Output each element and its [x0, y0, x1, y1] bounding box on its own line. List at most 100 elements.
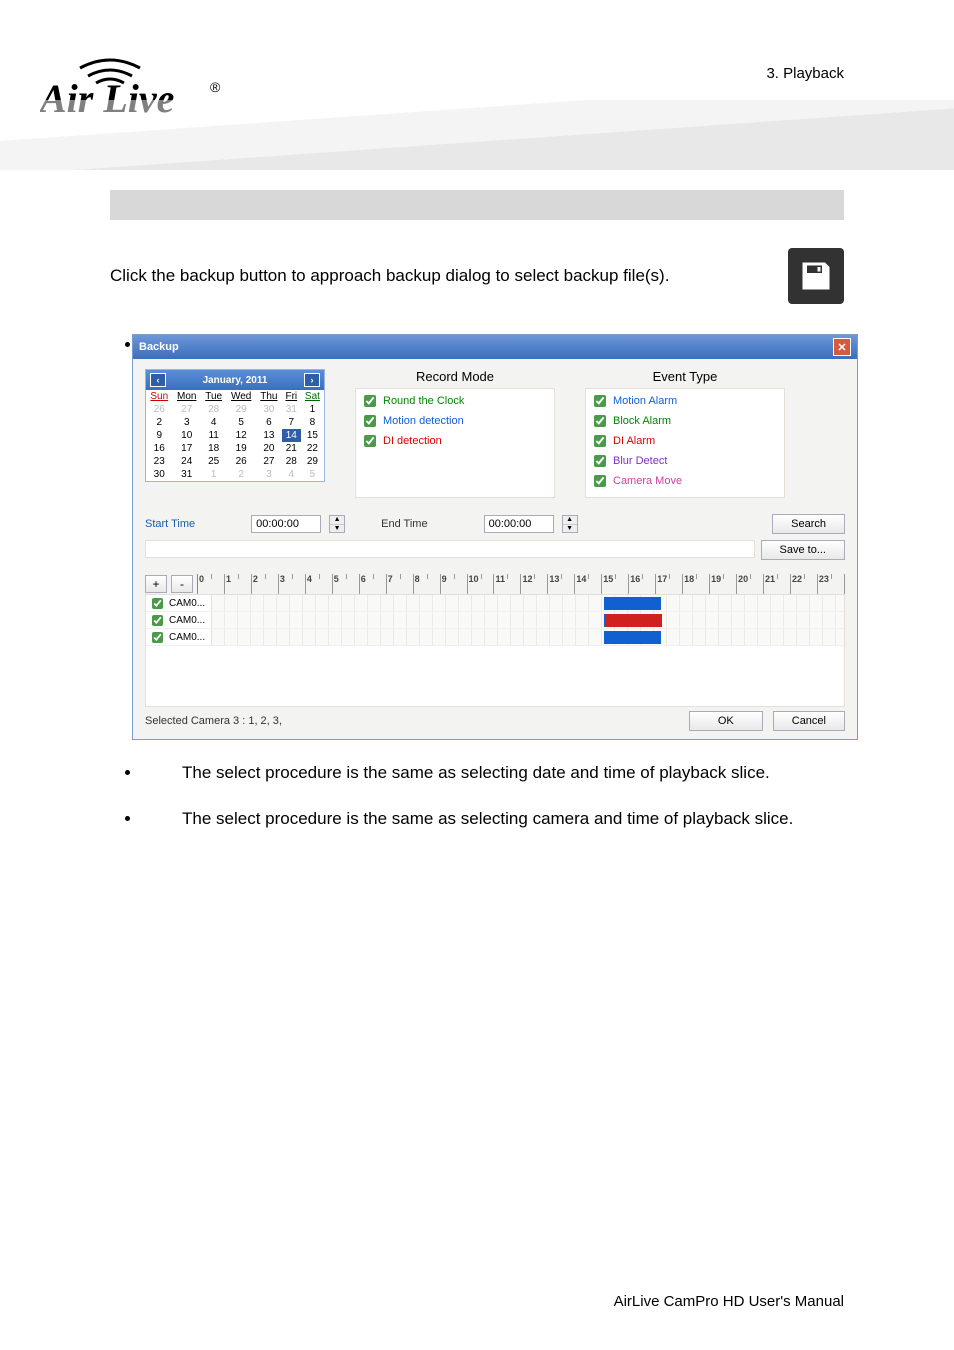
calendar-day[interactable]: 17: [172, 442, 201, 455]
calendar-day[interactable]: 7: [282, 416, 301, 429]
calendar-day[interactable]: 25: [201, 455, 226, 468]
calendar-day[interactable]: 24: [172, 455, 201, 468]
calendar-day[interactable]: 5: [226, 416, 256, 429]
camera-timeline[interactable]: CAM0...CAM0...CAM0...: [145, 594, 845, 707]
start-time-input[interactable]: 00:00:00: [251, 515, 321, 533]
checkbox-item[interactable]: Blur Detect: [590, 451, 780, 471]
backup-dialog: Backup ✕ ‹ January, 2011 › SunMonTueWedT…: [132, 334, 858, 740]
zoom-out-button[interactable]: -: [171, 575, 193, 593]
ruler-hour: 13: [548, 574, 575, 594]
calendar-day[interactable]: 1: [201, 468, 226, 481]
calendar-day[interactable]: 27: [172, 403, 201, 416]
timeline-ruler[interactable]: 01234567891011121314151617181920212223: [197, 574, 845, 594]
checkbox[interactable]: [594, 415, 606, 427]
checkbox-label: Blur Detect: [613, 455, 667, 467]
start-time-spinner[interactable]: ▲▼: [329, 515, 345, 533]
section-label: 3. Playback: [766, 65, 844, 82]
camera-track[interactable]: [212, 595, 844, 611]
calendar-day[interactable]: 26: [146, 403, 172, 416]
calendar-day[interactable]: 28: [282, 455, 301, 468]
checkbox-label: Round the Clock: [383, 395, 464, 407]
calendar[interactable]: ‹ January, 2011 › SunMonTueWedThuFriSat2…: [145, 369, 325, 482]
cal-next-button[interactable]: ›: [304, 373, 320, 387]
footer-text: AirLive CamPro HD User's Manual: [614, 1293, 844, 1310]
ruler-hour: 6: [360, 574, 387, 594]
calendar-day[interactable]: 22: [301, 442, 324, 455]
calendar-day[interactable]: 2: [146, 416, 172, 429]
ruler-hour: 12: [521, 574, 548, 594]
ruler-hour: 18: [683, 574, 710, 594]
calendar-day[interactable]: 6: [256, 416, 282, 429]
calendar-day[interactable]: 10: [172, 429, 201, 442]
calendar-day[interactable]: 19: [226, 442, 256, 455]
save-path-input[interactable]: [145, 540, 755, 558]
checkbox-item[interactable]: DI detection: [360, 431, 550, 451]
cal-prev-button[interactable]: ‹: [150, 373, 166, 387]
header-decoration: [0, 100, 954, 170]
dialog-title: Backup: [139, 341, 179, 353]
checkbox[interactable]: [594, 395, 606, 407]
calendar-day[interactable]: 2: [226, 468, 256, 481]
calendar-day[interactable]: 1: [301, 403, 324, 416]
checkbox-item[interactable]: Motion detection: [360, 411, 550, 431]
checkbox[interactable]: [364, 395, 376, 407]
camera-checkbox[interactable]: [152, 615, 163, 626]
calendar-day[interactable]: 5: [301, 468, 324, 481]
calendar-day[interactable]: 31: [172, 468, 201, 481]
calendar-day[interactable]: 30: [256, 403, 282, 416]
calendar-day[interactable]: 3: [172, 416, 201, 429]
camera-checkbox[interactable]: [152, 598, 163, 609]
checkbox-item[interactable]: Motion Alarm: [590, 391, 780, 411]
ruler-hour: 7: [387, 574, 414, 594]
search-button[interactable]: Search: [772, 514, 845, 534]
camera-checkbox[interactable]: [152, 632, 163, 643]
calendar-day[interactable]: 16: [146, 442, 172, 455]
checkbox-item[interactable]: Round the Clock: [360, 391, 550, 411]
calendar-day[interactable]: 27: [256, 455, 282, 468]
calendar-day[interactable]: 23: [146, 455, 172, 468]
close-icon[interactable]: ✕: [833, 338, 851, 356]
checkbox[interactable]: [594, 455, 606, 467]
camera-row[interactable]: CAM0...: [146, 629, 844, 646]
calendar-day[interactable]: 13: [256, 429, 282, 442]
camera-track[interactable]: [212, 612, 844, 628]
calendar-day[interactable]: 21: [282, 442, 301, 455]
zoom-in-button[interactable]: +: [145, 575, 167, 593]
end-time-input[interactable]: 00:00:00: [484, 515, 554, 533]
camera-row[interactable]: CAM0...: [146, 595, 844, 612]
checkbox-item[interactable]: DI Alarm: [590, 431, 780, 451]
checkbox[interactable]: [594, 435, 606, 447]
checkbox[interactable]: [594, 475, 606, 487]
calendar-day[interactable]: 29: [226, 403, 256, 416]
end-time-spinner[interactable]: ▲▼: [562, 515, 578, 533]
calendar-day[interactable]: 18: [201, 442, 226, 455]
calendar-day[interactable]: 11: [201, 429, 226, 442]
calendar-day[interactable]: 8: [301, 416, 324, 429]
calendar-day[interactable]: 29: [301, 455, 324, 468]
calendar-day[interactable]: 15: [301, 429, 324, 442]
calendar-day[interactable]: 9: [146, 429, 172, 442]
checkbox-item[interactable]: Block Alarm: [590, 411, 780, 431]
calendar-day[interactable]: 26: [226, 455, 256, 468]
camera-row[interactable]: CAM0...: [146, 612, 844, 629]
calendar-day[interactable]: 4: [282, 468, 301, 481]
ruler-hour: 4: [306, 574, 333, 594]
save-to-button[interactable]: Save to...: [761, 540, 845, 560]
ruler-hour: 19: [710, 574, 737, 594]
calendar-day[interactable]: 31: [282, 403, 301, 416]
calendar-day[interactable]: 28: [201, 403, 226, 416]
checkbox[interactable]: [364, 435, 376, 447]
checkbox-item[interactable]: Camera Move: [590, 471, 780, 491]
calendar-day[interactable]: 12: [226, 429, 256, 442]
checkbox[interactable]: [364, 415, 376, 427]
cancel-button[interactable]: Cancel: [773, 711, 845, 731]
calendar-day[interactable]: 20: [256, 442, 282, 455]
header-bar: [110, 190, 844, 220]
camera-track[interactable]: [212, 629, 844, 645]
calendar-day[interactable]: 14: [282, 429, 301, 442]
intro-text: Click the backup button to approach back…: [110, 266, 669, 286]
ok-button[interactable]: OK: [689, 711, 763, 731]
calendar-day[interactable]: 30: [146, 468, 172, 481]
calendar-day[interactable]: 4: [201, 416, 226, 429]
calendar-day[interactable]: 3: [256, 468, 282, 481]
